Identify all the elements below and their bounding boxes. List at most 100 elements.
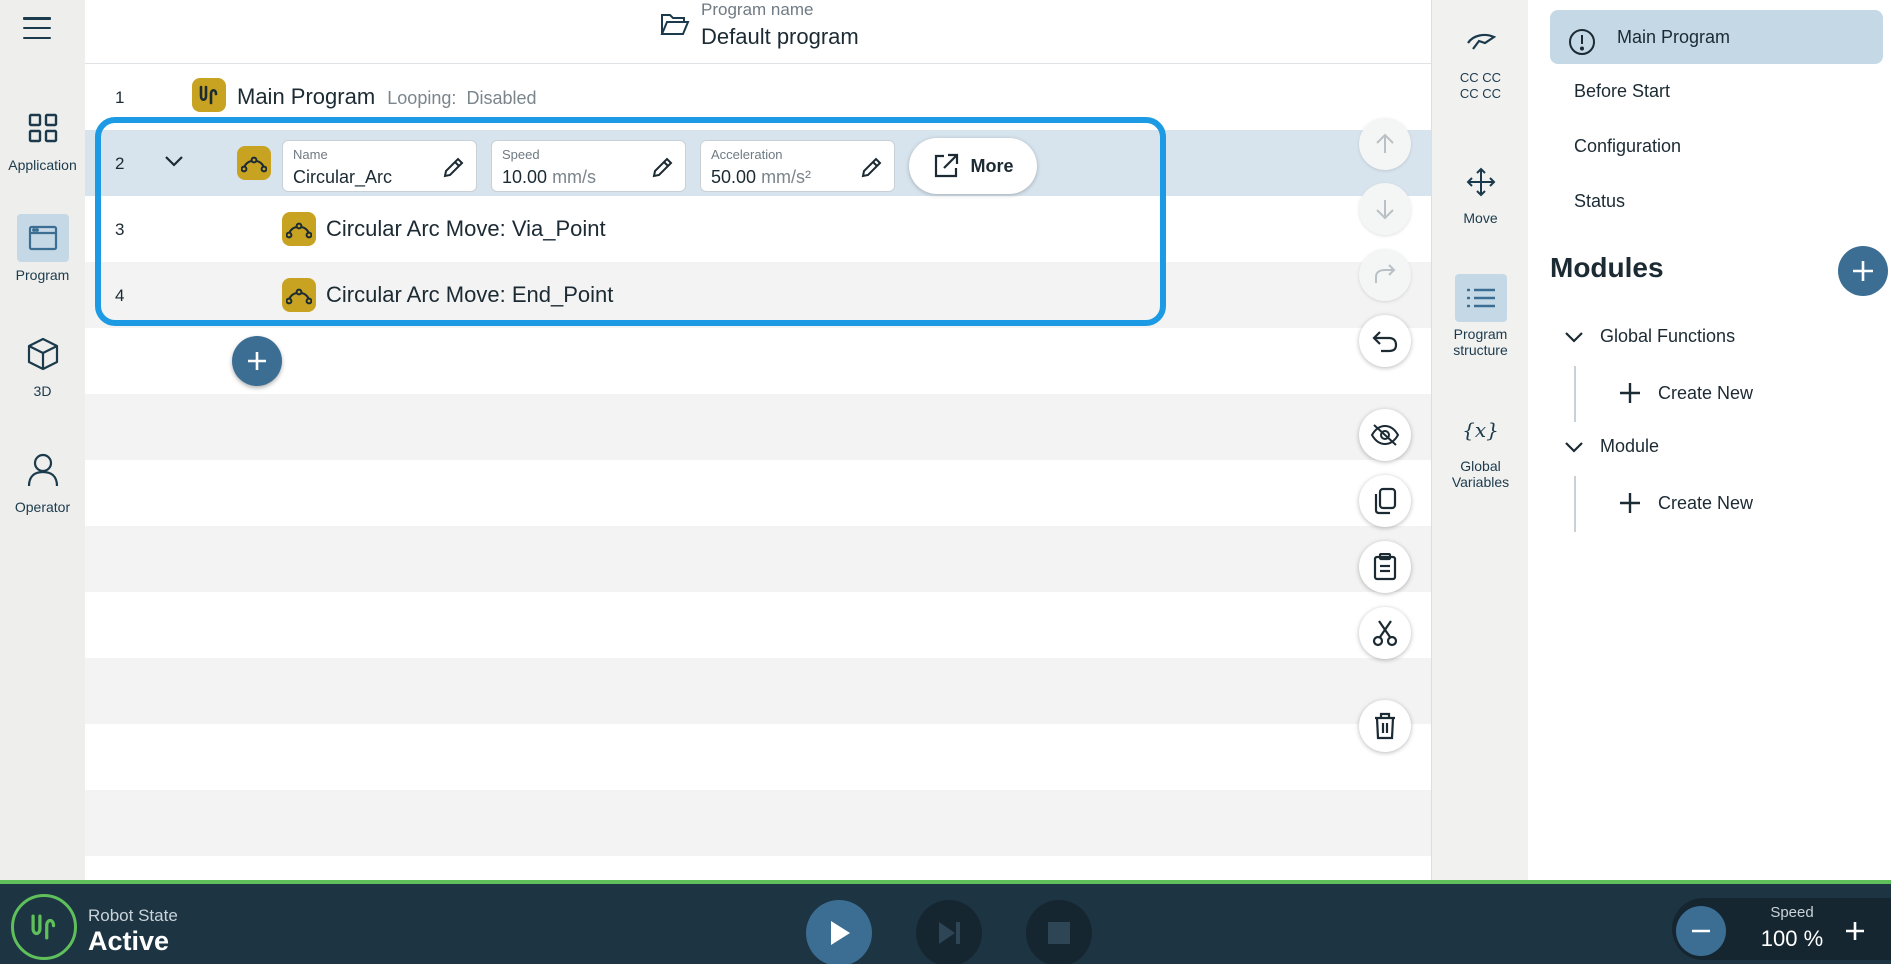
tcp-icon	[1455, 18, 1507, 66]
cut-button[interactable]	[1359, 607, 1411, 659]
rp-item-main-program[interactable]: Main Program	[1550, 10, 1883, 64]
play-icon	[831, 921, 850, 945]
folder-open-icon[interactable]	[660, 12, 690, 43]
row-label: Circular Arc Move:	[326, 282, 506, 307]
nav-item-program[interactable]: Program	[0, 214, 85, 283]
nav-label: Operator	[14, 499, 71, 515]
create-new-module[interactable]: Create New	[1618, 491, 1753, 515]
scissors-icon	[1372, 620, 1398, 647]
program-name[interactable]: Default program	[701, 24, 859, 50]
program-row-via-point[interactable]: 3 Circular Arc Move: Via_Point	[85, 196, 1431, 262]
circular-arc-icon	[237, 146, 271, 180]
copy-button[interactable]	[1359, 475, 1411, 527]
play-button[interactable]	[806, 900, 872, 964]
chevron-down-icon	[1565, 441, 1583, 453]
speed-decrease-button[interactable]	[1676, 906, 1726, 956]
rp-item-before-start[interactable]: Before Start	[1574, 64, 1891, 118]
acceleration-field-label: Acceleration	[711, 147, 783, 162]
copy-icon	[1374, 487, 1397, 515]
nav-label: Program	[15, 267, 70, 283]
pencil-icon[interactable]	[442, 155, 466, 184]
app-root: Application Program 3D Operator Program …	[0, 0, 1891, 964]
rp-item-status[interactable]: Status	[1574, 174, 1891, 228]
program-row-main[interactable]: 1 Main Program Looping: Disabled	[85, 64, 1431, 130]
pencil-icon[interactable]	[860, 155, 884, 184]
external-link-icon	[935, 153, 959, 178]
clipboard-icon	[1373, 553, 1397, 581]
window-icon	[16, 214, 69, 262]
ur-logo-icon	[192, 78, 226, 112]
chevron-down-icon	[1565, 331, 1583, 343]
grid-icon	[17, 104, 69, 152]
looping-value: Disabled	[466, 88, 537, 108]
move-up-button[interactable]	[1359, 118, 1411, 170]
name-field[interactable]: Name Circular_Arc	[282, 140, 477, 192]
step-forward-icon	[939, 922, 960, 944]
program-row-end-point[interactable]: 4 Circular Arc Move: End_Point	[85, 262, 1431, 328]
speed-unit: mm/s	[552, 167, 597, 187]
stop-button[interactable]	[1026, 900, 1092, 964]
circular-arc-icon	[282, 212, 316, 246]
circular-arc-icon	[282, 278, 316, 312]
plus-icon	[1620, 383, 1640, 403]
empty-row	[85, 658, 1431, 724]
add-module-button[interactable]	[1838, 246, 1888, 296]
left-nav: Application Program 3D Operator	[0, 0, 85, 880]
minus-icon	[1692, 929, 1710, 933]
more-button[interactable]: More	[909, 138, 1037, 194]
tool-move[interactable]: Move	[1432, 158, 1529, 226]
acceleration-field-value: 50.00 mm/s²	[711, 167, 811, 188]
acceleration-value: 50.00	[711, 167, 757, 187]
redo-button[interactable]	[1359, 249, 1411, 301]
tool-program-structure[interactable]: Program structure	[1432, 274, 1529, 358]
step-button[interactable]	[916, 900, 982, 964]
tool-global-variables[interactable]: {x} Global Variables	[1432, 406, 1529, 490]
empty-row	[85, 526, 1431, 592]
delete-button[interactable]	[1359, 700, 1411, 752]
row-label: Circular Arc Move:	[326, 216, 506, 241]
tree-group-global-functions[interactable]: Global Functions	[1564, 326, 1735, 347]
tree-group-label: Module	[1600, 436, 1660, 456]
tool-label: Global Variables	[1451, 458, 1510, 490]
move-arrows-icon	[1455, 158, 1507, 206]
nav-item-3d[interactable]: 3D	[0, 330, 85, 399]
program-name-label: Program name	[701, 0, 814, 19]
eye-off-icon	[1370, 424, 1400, 446]
undo-button[interactable]	[1359, 315, 1411, 367]
empty-row	[85, 592, 1431, 658]
row-number: 3	[115, 220, 125, 239]
tree-group-module[interactable]: Module	[1564, 436, 1659, 457]
program-row-circular-arc[interactable]: 2 Name Circular_Arc Speed 10.00 mm/s Acc…	[85, 130, 1431, 196]
undo-icon	[1372, 331, 1398, 353]
speed-increase-button[interactable]	[1830, 906, 1880, 956]
create-new-global-function[interactable]: Create New	[1618, 381, 1753, 405]
row-number: 2	[115, 154, 125, 173]
speed-field[interactable]: Speed 10.00 mm/s	[491, 140, 686, 192]
tool-tcp[interactable]: CC CC CC CC	[1432, 18, 1529, 102]
arrow-up-icon	[1376, 133, 1394, 153]
move-down-button[interactable]	[1359, 183, 1411, 235]
robot-state-value: Active	[88, 926, 170, 956]
nav-item-operator[interactable]: Operator	[0, 446, 85, 515]
row-value: End_Point	[511, 282, 614, 307]
pencil-icon[interactable]	[651, 155, 675, 184]
speed-value: 10.00	[502, 167, 548, 187]
rp-item-label: Before Start	[1574, 81, 1671, 101]
add-node-button[interactable]	[232, 336, 282, 386]
speed-field-label: Speed	[502, 147, 540, 162]
row-number: 4	[115, 286, 125, 305]
person-icon	[17, 446, 69, 494]
main-program-title: Main Program Looping: Disabled	[237, 84, 537, 110]
row-number: 1	[115, 88, 125, 107]
create-new-label: Create New	[1658, 382, 1754, 403]
chevron-down-icon[interactable]	[164, 154, 184, 173]
variable-icon: {x}	[1462, 418, 1499, 442]
paste-button[interactable]	[1359, 541, 1411, 593]
row-title: Circular Arc Move: End_Point	[326, 282, 613, 308]
nav-item-application[interactable]: Application	[0, 104, 85, 173]
rp-item-configuration[interactable]: Configuration	[1574, 119, 1891, 173]
hide-button[interactable]	[1359, 409, 1411, 461]
speed-value: 100 %	[1760, 926, 1824, 951]
hamburger-icon[interactable]	[20, 14, 54, 42]
acceleration-field[interactable]: Acceleration 50.00 mm/s²	[700, 140, 895, 192]
